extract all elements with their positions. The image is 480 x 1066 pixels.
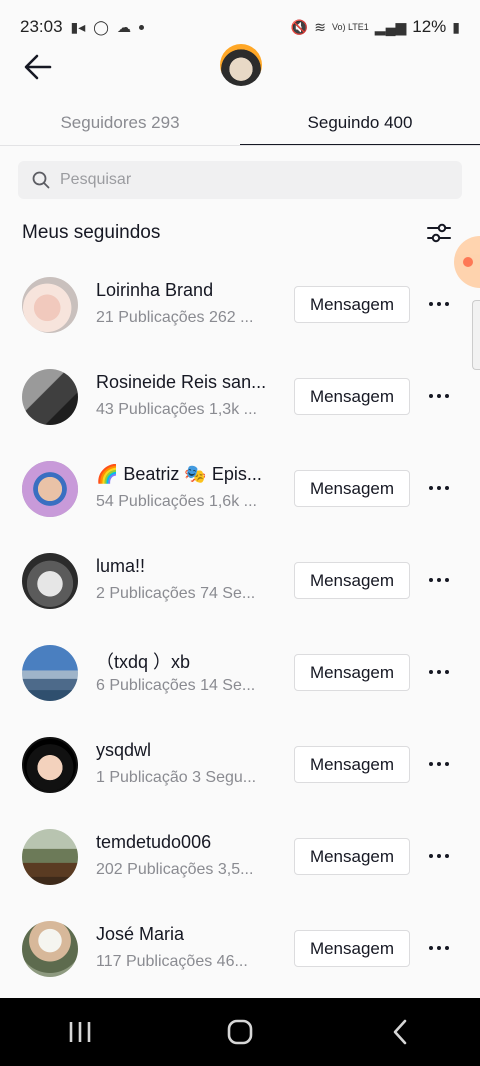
filter-sliders-icon [427,223,451,243]
user-name: Rosineide Reis san... [96,372,267,392]
user-meta: 54 Publicações 1,6k ... [96,493,257,510]
user-meta: 6 Publicações 14 Se... [96,677,256,694]
user-meta: 21 Publicações 262 ... [96,309,254,326]
avatar[interactable] [22,553,78,609]
search-input[interactable] [60,171,420,189]
user-meta: 43 Publicações 1,3k ... [96,401,257,418]
message-button[interactable]: Mensagem [294,378,410,415]
tab-seguidores[interactable]: Seguidores 293 [0,100,240,146]
network-label: Vo) LTE1 [331,21,369,32]
system-back-button[interactable] [370,1012,430,1052]
message-button[interactable]: Mensagem [294,746,410,783]
tabs-divider [0,145,480,146]
list-item[interactable]: José Maria 117 Publicações 46... Mensage… [0,902,480,994]
avatar[interactable] [22,277,78,333]
filter-button[interactable] [426,220,452,246]
following-list: Loirinha Brand 21 Publicações 262 ... Me… [0,258,480,994]
whatsapp-icon: ◯ [93,18,109,35]
list-item[interactable]: temdetudo006 202 Publicações 3,5... Mens… [0,810,480,902]
home-button[interactable] [210,1012,270,1052]
search-icon [32,171,50,189]
message-button[interactable]: Mensagem [294,286,410,323]
user-meta: 202 Publicações 3,5... [96,861,254,878]
message-button[interactable]: Mensagem [294,562,410,599]
list-item[interactable]: （txdq ）xb 6 Publicações 14 Se... Mensage… [0,626,480,718]
more-options-icon[interactable] [426,476,452,500]
tabs: Seguidores 293 Seguindo 400 [0,100,480,146]
recents-button[interactable] [50,1012,110,1052]
message-button[interactable]: Mensagem [294,470,410,507]
more-options-icon[interactable] [426,936,452,960]
avatar[interactable] [22,645,78,701]
battery-level: 12% [412,17,447,36]
avatar[interactable] [22,829,78,885]
status-time: 23:03 [20,17,63,36]
system-nav-bar [0,998,480,1066]
header [0,40,480,92]
avatar[interactable] [22,461,78,517]
message-button[interactable]: Mensagem [294,930,410,967]
back-chevron-icon [393,1019,407,1045]
user-meta: 2 Publicações 74 Se... [96,585,256,602]
more-options-icon[interactable] [426,844,452,868]
notification-dot-icon [138,24,144,30]
user-name: Loirinha Brand [96,280,214,300]
home-icon [227,1019,253,1045]
user-name: José Maria [96,924,185,944]
more-options-icon[interactable] [426,568,452,592]
mute-icon: 🔇 [290,18,309,35]
section-title: Meus seguindos [22,222,161,243]
list-item[interactable]: ysqdwl 1 Publicação 3 Segu... Mensagem [0,718,480,810]
list-item[interactable]: Rosineide Reis san... 43 Publicações 1,3… [0,350,480,442]
battery-icon: ▮ [452,18,460,35]
user-name: ysqdwl [96,740,152,760]
arrow-left-icon [24,54,52,80]
search-bar[interactable] [18,161,462,199]
user-name: temdetudo006 [96,832,212,852]
cloud-icon: ☁ [116,18,131,35]
more-options-icon[interactable] [426,660,452,684]
message-button[interactable]: Mensagem [294,838,410,875]
user-name: （txdq ）xb [96,652,191,672]
signal-icon: ▂▄▆ [374,18,407,35]
list-item[interactable]: 🌈 Beatriz 🎭 Epis... 54 Publicações 1,6k … [0,442,480,534]
profile-avatar[interactable] [220,44,262,86]
user-meta: 1 Publicação 3 Segu... [96,769,257,786]
wifi-icon: ≋ [314,18,326,35]
message-button[interactable]: Mensagem [294,654,410,691]
recents-icon [69,1022,91,1042]
tab-seguindo[interactable]: Seguindo 400 [240,100,480,146]
list-item[interactable]: Loirinha Brand 21 Publicações 262 ... Me… [0,258,480,350]
video-call-icon: ▮◂ [70,18,86,35]
back-button[interactable] [20,48,58,86]
avatar[interactable] [22,369,78,425]
list-item[interactable]: luma!! 2 Publicações 74 Se... Mensagem [0,534,480,626]
more-options-icon[interactable] [426,292,452,316]
avatar[interactable] [22,921,78,977]
more-options-icon[interactable] [426,752,452,776]
user-name: luma!! [96,556,146,576]
more-options-icon[interactable] [426,384,452,408]
avatar[interactable] [22,737,78,793]
user-name: 🌈 Beatriz 🎭 Epis... [96,464,262,484]
user-meta: 117 Publicações 46... [96,953,248,970]
